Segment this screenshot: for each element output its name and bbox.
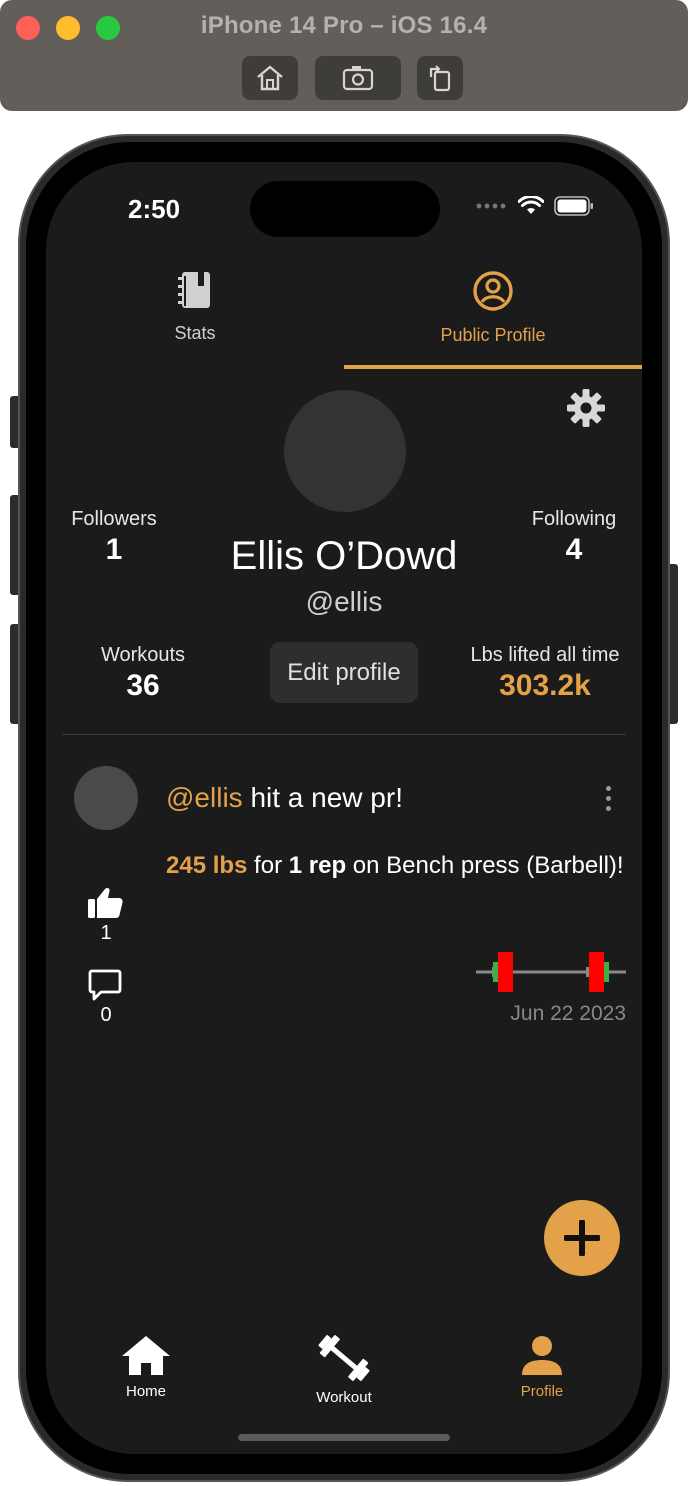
app-screen: 2:50 Stats Public Profile Followers 1 Fo… [46,162,642,1454]
post-avatar[interactable] [74,766,138,830]
barbell-illustration [474,950,628,999]
barbell-icon [476,952,626,992]
battery-icon [554,196,593,216]
person-icon [522,1336,562,1375]
account-circle-icon [473,271,513,311]
signal-dots-icon [476,203,506,209]
add-post-button[interactable] [544,1200,620,1276]
home-icon [257,65,283,91]
post-headline-text: hit a new pr! [242,782,403,813]
like-count: 1 [100,922,112,944]
profile-avatar[interactable] [284,390,406,512]
following-label: Following [531,508,617,530]
tab-public-profile[interactable]: Public Profile [344,270,642,346]
screenshot-icon [342,66,374,91]
workouts-stat: Workouts 36 [86,644,200,703]
post-date: Jun 22 2023 [510,1002,626,1025]
comment-count: 0 [100,1004,112,1026]
nav-workout[interactable]: Workout [284,1334,404,1406]
tab-public-profile-label: Public Profile [440,325,546,345]
status-time: 2:50 [128,194,181,224]
gear-icon [567,389,605,427]
simulator-toolbar: iPhone 14 Pro – iOS 16.4 [0,0,688,111]
pr-reps: 1 rep [288,852,347,879]
workouts-label: Workouts [100,644,186,666]
notebook-icon [178,272,210,308]
tab-stats-label: Stats [174,323,216,343]
tab-stats[interactable]: Stats [46,270,344,344]
comment-icon [88,969,122,1001]
lbs-lifted-label: Lbs lifted all time [470,644,620,666]
simulator-screenshot-button[interactable] [315,56,401,100]
nav-profile[interactable]: Profile [482,1334,602,1400]
home-icon [122,1336,170,1375]
profile-handle: @ellis [305,586,383,617]
home-indicator [238,1434,450,1441]
lbs-lifted-value: 303.2k [499,669,591,702]
thumbs-up-icon [88,887,123,918]
comment-button[interactable] [88,968,122,1007]
simulator-home-button[interactable] [242,56,298,100]
post-menu-button[interactable] [604,786,612,811]
pr-exercise: on Bench press (Barbell)! [346,852,624,879]
dumbbell-icon [318,1335,370,1381]
plus-icon [564,1220,600,1256]
profile-name: Ellis O’Dowd [230,534,458,578]
post-headline: @ellis hit a new pr! [166,782,403,814]
wifi-icon [518,196,544,214]
status-icons [476,196,594,216]
nav-workout-label: Workout [316,1389,372,1406]
more-vertical-icon [605,786,611,791]
pr-for-text: for [247,852,289,879]
like-button[interactable] [86,886,124,925]
simulator-title: iPhone 14 Pro – iOS 16.4 [200,12,488,39]
pr-description: 245 lbs for 1 rep on Bench press (Barbel… [166,852,624,880]
nav-home[interactable]: Home [86,1334,206,1400]
section-divider [62,734,626,735]
edit-profile-button[interactable]: Edit profile [270,642,418,703]
active-tab-indicator [344,365,642,369]
followers-label: Followers [71,508,157,530]
dynamic-island [250,181,440,237]
post-user-link[interactable]: @ellis [166,782,243,813]
nav-home-label: Home [125,1383,166,1400]
workouts-count: 36 [126,669,160,702]
rotate-icon [429,65,451,92]
lbs-lifted-stat: Lbs lifted all time 303.2k [456,644,634,703]
nav-profile-label: Profile [520,1383,564,1400]
pr-weight: 245 lbs [166,852,248,879]
settings-button[interactable] [566,388,606,433]
simulator-rotate-button[interactable] [417,56,463,100]
